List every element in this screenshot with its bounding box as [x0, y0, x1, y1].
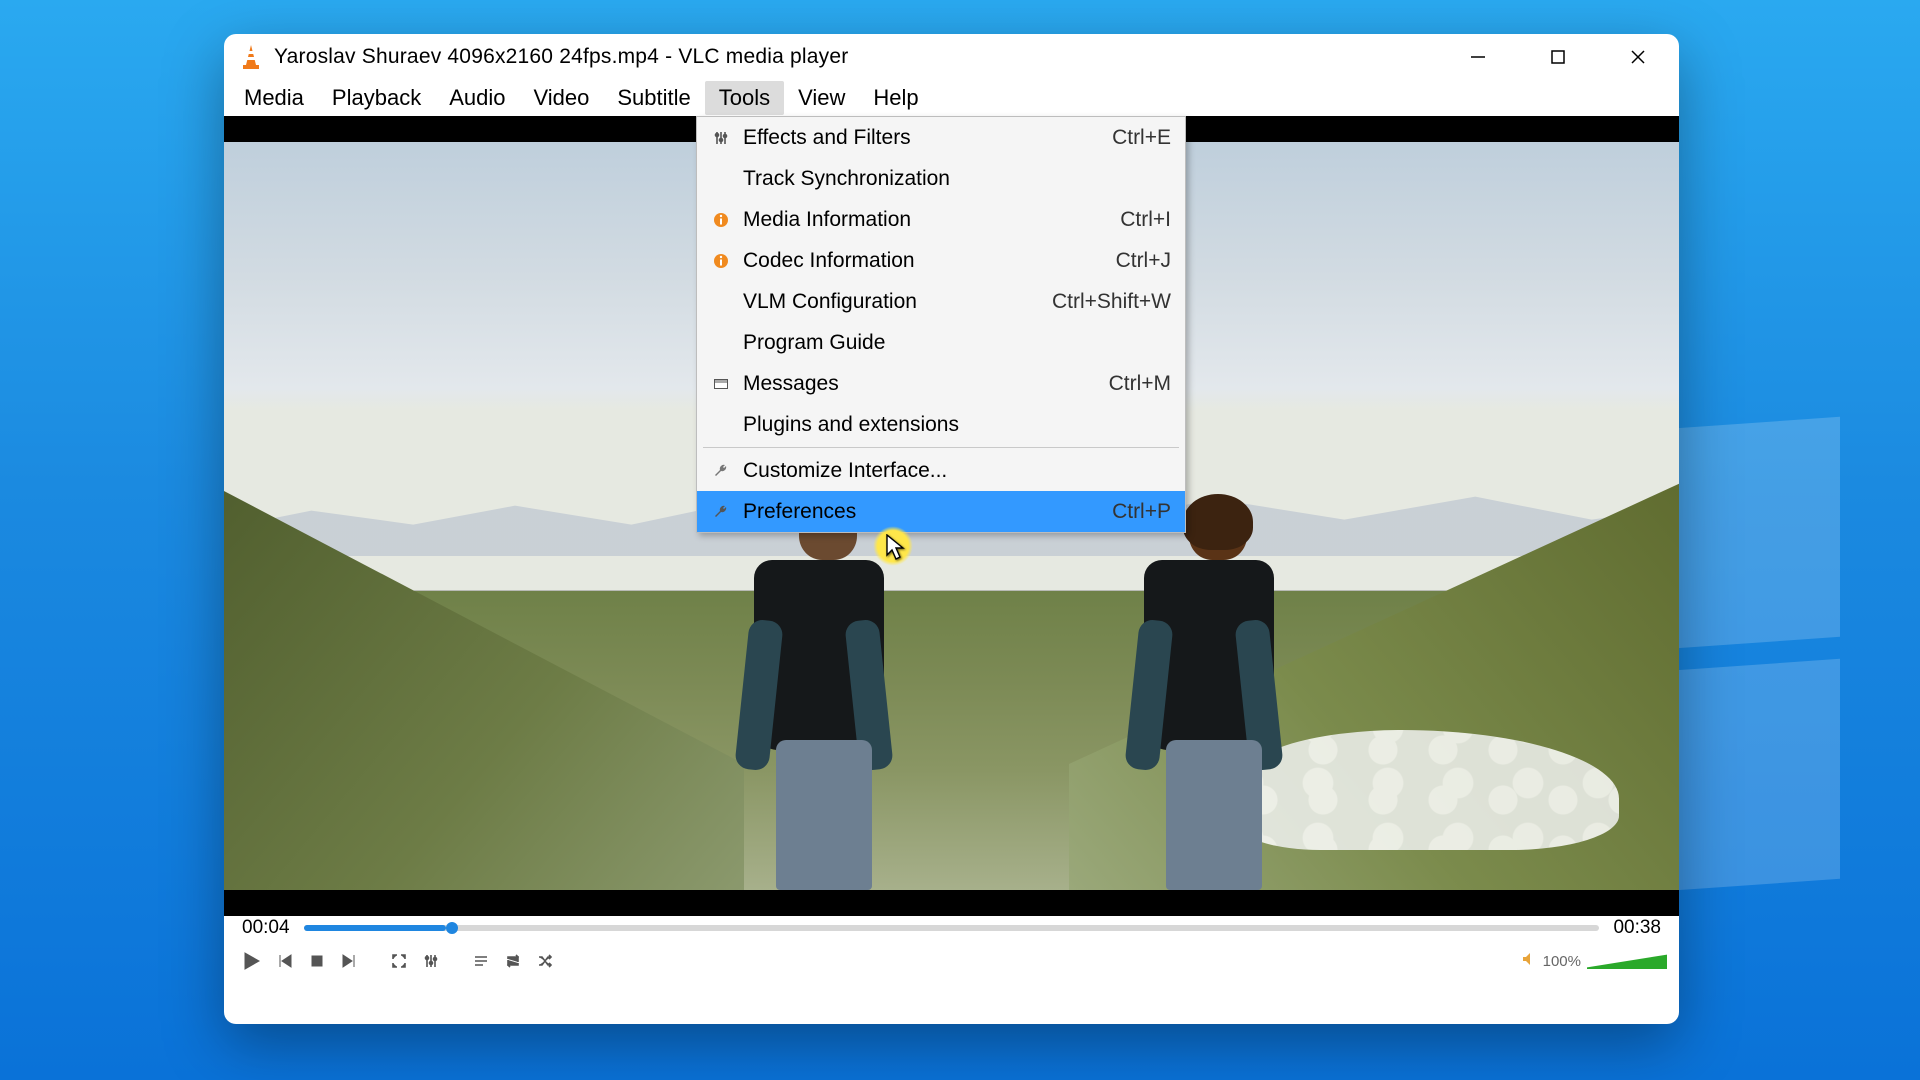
- menu-video[interactable]: Video: [519, 81, 603, 115]
- menu-media[interactable]: Media: [230, 81, 318, 115]
- menu-help[interactable]: Help: [859, 81, 932, 115]
- menu-messages[interactable]: Messages Ctrl+M: [697, 363, 1185, 404]
- time-elapsed: 00:04: [242, 917, 290, 939]
- menu-item-label: Messages: [737, 372, 1109, 396]
- menu-tools[interactable]: Tools: [705, 81, 784, 115]
- seek-fill: [304, 925, 447, 931]
- shuffle-button[interactable]: [532, 948, 558, 974]
- menu-item-label: Plugins and extensions: [737, 413, 1171, 437]
- menu-item-label: Codec Information: [737, 249, 1116, 273]
- menu-media-info[interactable]: Media Information Ctrl+I: [697, 199, 1185, 240]
- playlist-button[interactable]: [468, 948, 494, 974]
- menu-item-shortcut: Ctrl+P: [1112, 500, 1171, 524]
- menu-item-label: Track Synchronization: [737, 167, 1171, 191]
- sliders-icon: [705, 130, 737, 146]
- wrench-icon: [705, 463, 737, 479]
- volume-slider[interactable]: [1587, 953, 1667, 969]
- menu-item-label: Customize Interface...: [737, 459, 1171, 483]
- menu-plugins[interactable]: Plugins and extensions: [697, 404, 1185, 445]
- speaker-icon: [1521, 951, 1537, 971]
- menu-item-shortcut: Ctrl+J: [1116, 249, 1171, 273]
- menu-item-label: Media Information: [737, 208, 1120, 232]
- menu-item-shortcut: Ctrl+M: [1109, 372, 1171, 396]
- menu-preferences[interactable]: Preferences Ctrl+P: [697, 491, 1185, 532]
- volume-area[interactable]: 100%: [1521, 951, 1667, 971]
- close-button[interactable]: [1615, 41, 1661, 73]
- tools-dropdown: Effects and Filters Ctrl+E Track Synchro…: [696, 116, 1186, 533]
- progress-bar[interactable]: 00:04 00:38: [224, 916, 1679, 940]
- menu-program-guide[interactable]: Program Guide: [697, 322, 1185, 363]
- fullscreen-button[interactable]: [386, 948, 412, 974]
- menu-item-label: Effects and Filters: [737, 126, 1112, 150]
- menu-customize-interface[interactable]: Customize Interface...: [697, 450, 1185, 491]
- info-icon: [705, 212, 737, 228]
- volume-label: 100%: [1543, 953, 1581, 970]
- menu-track-sync[interactable]: Track Synchronization: [697, 158, 1185, 199]
- wrench-icon: [705, 504, 737, 520]
- seek-knob[interactable]: [446, 922, 458, 934]
- info-icon: [705, 253, 737, 269]
- menu-audio[interactable]: Audio: [435, 81, 519, 115]
- menu-view[interactable]: View: [784, 81, 859, 115]
- menu-playback[interactable]: Playback: [318, 81, 435, 115]
- ext-settings-button[interactable]: [418, 948, 444, 974]
- next-button[interactable]: [336, 948, 362, 974]
- menu-codec-info[interactable]: Codec Information Ctrl+J: [697, 240, 1185, 281]
- controls: 100%: [224, 940, 1679, 982]
- menu-item-shortcut: Ctrl+I: [1120, 208, 1171, 232]
- loop-button[interactable]: [500, 948, 526, 974]
- maximize-button[interactable]: [1535, 41, 1581, 73]
- messages-icon: [705, 378, 737, 390]
- window-title: Yaroslav Shuraev 4096x2160 24fps.mp4 - V…: [274, 45, 848, 69]
- menu-item-shortcut: Ctrl+Shift+W: [1052, 290, 1171, 314]
- menu-separator: [703, 447, 1179, 448]
- titlebar[interactable]: Yaroslav Shuraev 4096x2160 24fps.mp4 - V…: [224, 34, 1679, 80]
- seek-track[interactable]: [304, 925, 1600, 931]
- prev-button[interactable]: [272, 948, 298, 974]
- stop-button[interactable]: [304, 948, 330, 974]
- vlc-cone-icon: [238, 44, 264, 70]
- time-total: 00:38: [1613, 917, 1661, 939]
- menu-subtitle[interactable]: Subtitle: [603, 81, 704, 115]
- menu-item-shortcut: Ctrl+E: [1112, 126, 1171, 150]
- menu-item-label: VLM Configuration: [737, 290, 1052, 314]
- play-button[interactable]: [236, 948, 266, 974]
- minimize-button[interactable]: [1455, 41, 1501, 73]
- menu-vlm-config[interactable]: VLM Configuration Ctrl+Shift+W: [697, 281, 1185, 322]
- menu-item-label: Program Guide: [737, 331, 1171, 355]
- menubar: Media Playback Audio Video Subtitle Tool…: [224, 80, 1679, 116]
- menu-item-label: Preferences: [737, 500, 1112, 524]
- menu-effects-filters[interactable]: Effects and Filters Ctrl+E: [697, 117, 1185, 158]
